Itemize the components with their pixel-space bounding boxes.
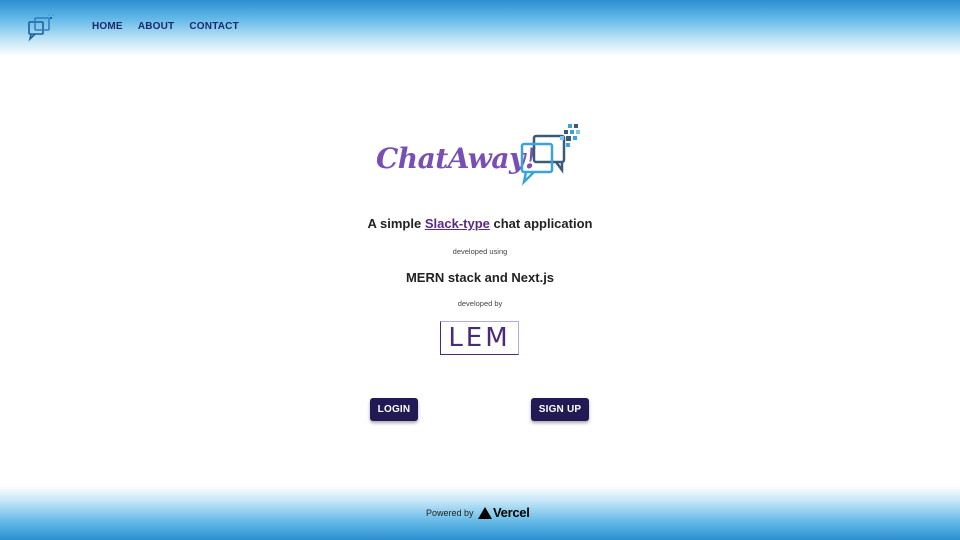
tagline-prefix: A simple <box>367 216 425 231</box>
vercel-logo[interactable]: Vercel <box>478 505 530 520</box>
tagline-suffix: chat application <box>489 216 593 231</box>
developer-logo-text: LEM <box>448 323 511 353</box>
developer-logo: LEM <box>440 321 519 355</box>
main-nav: HOME ABOUT CONTACT <box>92 21 254 32</box>
nav-about-link[interactable]: ABOUT <box>138 21 175 32</box>
top-header: HOME ABOUT CONTACT <box>0 0 960 56</box>
slack-link[interactable]: Slack-type <box>425 216 490 231</box>
chat-bubbles-icon <box>520 124 580 186</box>
signup-button[interactable]: SIGN UP <box>531 398 589 421</box>
landing-page: HOME ABOUT CONTACT ChatAway! A simple Sl… <box>0 0 960 540</box>
tagline: A simple Slack-type chat application <box>0 216 960 231</box>
chat-bubbles-icon[interactable] <box>26 14 56 42</box>
powered-by-label: Powered by <box>426 508 474 518</box>
brand-name: ChatAway! <box>376 142 537 175</box>
nav-home-link[interactable]: HOME <box>92 21 123 32</box>
developed-by-label: developed by <box>457 299 503 308</box>
login-button[interactable]: LOGIN <box>370 398 418 421</box>
developed-using-label: developed using <box>452 247 508 256</box>
tech-stack: MERN stack and Next.js <box>405 270 555 285</box>
nav-contact-link[interactable]: CONTACT <box>189 21 239 32</box>
vercel-triangle-icon <box>478 506 492 519</box>
vercel-wordmark: Vercel <box>493 505 530 520</box>
brand-logo: ChatAway! <box>376 120 586 195</box>
